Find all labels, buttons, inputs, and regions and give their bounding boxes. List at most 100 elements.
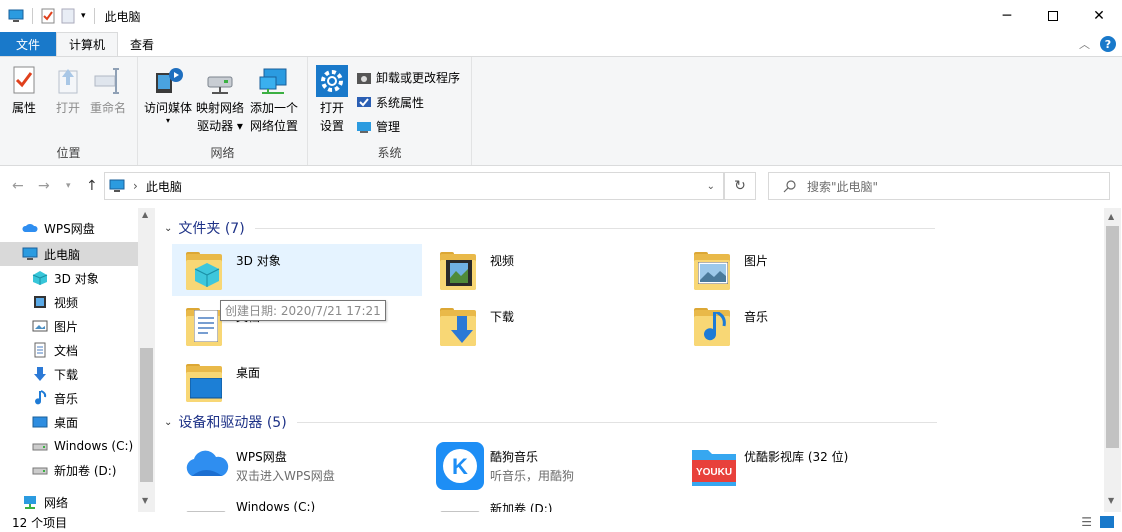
group-label-network: 网络: [210, 146, 235, 160]
add-network-location-button[interactable]: 添加一个 网络位置: [250, 65, 298, 135]
address-dropdown-icon[interactable]: ⌄: [707, 181, 715, 192]
nav-item[interactable]: 图片: [0, 314, 138, 338]
collapse-chevron-icon[interactable]: ⌄: [164, 223, 172, 234]
device-tile[interactable]: Windows (C:): [172, 492, 422, 512]
rename-button[interactable]: 重命名: [90, 65, 126, 117]
tab-view[interactable]: 查看: [118, 32, 166, 56]
system-properties-icon: [357, 96, 371, 107]
scroll-up-icon[interactable]: ▲: [1108, 212, 1114, 221]
properties-quick-icon[interactable]: [41, 8, 55, 24]
item-count: 12 个项目: [12, 515, 68, 530]
settings-gear-icon: [316, 65, 348, 97]
nav-item-label: 下载: [54, 367, 79, 382]
title-separator: [32, 8, 33, 24]
folder-name: 视频: [490, 254, 515, 268]
new-folder-quick-icon[interactable]: [61, 8, 75, 24]
folder-icon: [690, 302, 738, 350]
nav-item[interactable]: WPS网盘: [0, 216, 138, 240]
large-icons-view-icon[interactable]: [1100, 516, 1114, 528]
nav-item[interactable]: 音乐: [0, 386, 138, 410]
folder-icon: [690, 246, 738, 294]
content-scroll-thumb[interactable]: [1106, 226, 1119, 448]
collapse-chevron-icon[interactable]: ⌄: [164, 417, 172, 428]
properties-button[interactable]: 属性: [8, 65, 40, 117]
help-icon[interactable]: ?: [1100, 36, 1116, 52]
forward-arrow-icon[interactable]: →: [38, 178, 50, 194]
scroll-down-icon[interactable]: ▼: [1108, 496, 1114, 505]
folder-tile[interactable]: 视频: [426, 244, 676, 296]
folder-tile[interactable]: 图片: [680, 244, 930, 296]
search-input[interactable]: 搜索"此电脑": [768, 172, 1110, 200]
folder-tile[interactable]: 3D 对象: [172, 244, 422, 296]
manage-button[interactable]: 管理: [356, 118, 400, 135]
nav-item[interactable]: 文档: [0, 338, 138, 362]
details-view-icon[interactable]: ☰: [1081, 515, 1092, 529]
nav-item-label: 音乐: [54, 391, 79, 406]
desktop-icon: [32, 414, 48, 430]
device-tile[interactable]: WPS网盘 双击进入WPS网盘: [172, 440, 422, 492]
network-icon: [22, 494, 38, 510]
recent-locations-icon[interactable]: ▾: [66, 181, 71, 191]
quick-access-dropdown-icon[interactable]: ▾: [81, 11, 86, 21]
nav-item-label: 此电脑: [44, 247, 81, 262]
search-placeholder: 搜索"此电脑": [807, 179, 879, 194]
ribbon-group-location: 属性 打开 重命名 位置: [0, 57, 138, 165]
nav-scroll-thumb[interactable]: [140, 348, 153, 482]
breadcrumb-chevron-icon[interactable]: ›: [133, 179, 138, 193]
folder-tile[interactable]: 音乐: [680, 300, 930, 352]
download-icon: [32, 366, 48, 382]
access-media-button[interactable]: 访问媒体 ▾: [144, 65, 192, 125]
collapse-ribbon-icon[interactable]: ︿: [1079, 36, 1090, 52]
nav-item[interactable]: 网络: [0, 490, 138, 512]
nav-item[interactable]: 3D 对象: [0, 266, 138, 290]
drive-icon: [436, 494, 484, 512]
nav-item[interactable]: 新加卷 (D:): [0, 458, 138, 482]
breadcrumb[interactable]: 此电脑: [146, 178, 182, 195]
device-tile[interactable]: 新加卷 (D:): [426, 492, 676, 512]
tooltip: 创建日期: 2020/7/21 17:21: [220, 300, 386, 321]
maximize-button[interactable]: [1030, 0, 1076, 32]
scroll-down-icon[interactable]: ▼: [142, 496, 148, 505]
search-icon: [783, 180, 796, 193]
address-row: ← → ▾ ↑ › 此电脑 ⌄ ↻ 搜索"此电脑": [0, 170, 1122, 202]
up-arrow-icon[interactable]: ↑: [86, 178, 98, 194]
nav-item-label: Windows (C:): [54, 439, 134, 453]
navigation-pane: WPS网盘此电脑 3D 对象 视频 图片文档下载音乐桌面 Windows (C:) 新加卷…: [0, 208, 156, 512]
document-icon: [32, 342, 48, 358]
minimize-button[interactable]: ─: [984, 0, 1030, 32]
uninstall-programs-button[interactable]: 卸载或更改程序: [356, 69, 460, 86]
open-button[interactable]: 打开: [52, 65, 84, 117]
video-icon: [32, 294, 48, 310]
refresh-button[interactable]: ↻: [724, 172, 756, 200]
nav-item[interactable]: 此电脑: [0, 242, 138, 266]
device-tile[interactable]: YOUKU 优酷影视库 (32 位): [680, 440, 930, 492]
nav-scrollbar[interactable]: ▲ ▼: [138, 208, 155, 512]
nav-item[interactable]: 下载: [0, 362, 138, 386]
folder-tile[interactable]: 桌面: [172, 356, 422, 408]
ribbon-group-network: 访问媒体 ▾ 映射网络 驱动器 ▾ 添加一个 网络位置 网络: [138, 57, 308, 165]
folder-name: 桌面: [236, 366, 261, 380]
address-bar[interactable]: › 此电脑 ⌄: [104, 172, 724, 200]
open-settings-button[interactable]: 打开 设置: [316, 65, 348, 135]
scroll-up-icon[interactable]: ▲: [142, 210, 148, 219]
devices-section-header[interactable]: ⌄ 设备和驱动器 (5): [164, 412, 937, 432]
folder-icon: [436, 246, 484, 294]
map-network-drive-button[interactable]: 映射网络 驱动器 ▾: [196, 65, 244, 135]
close-button[interactable]: ✕: [1076, 0, 1122, 32]
tab-computer[interactable]: 计算机: [56, 32, 119, 56]
picture-icon: [32, 318, 48, 334]
title-separator: [93, 8, 95, 24]
folder-tile[interactable]: 下载: [426, 300, 676, 352]
computer-icon: [22, 246, 38, 262]
nav-item[interactable]: 桌面: [0, 410, 138, 434]
device-tile[interactable]: K 酷狗音乐 听音乐，用酷狗: [426, 440, 676, 492]
tab-file[interactable]: 文件: [0, 32, 56, 56]
nav-item[interactable]: Windows (C:): [0, 434, 138, 458]
nav-item[interactable]: 视频: [0, 290, 138, 314]
folders-section-header[interactable]: ⌄ 文件夹 (7): [164, 218, 935, 238]
nav-item-label: 文档: [54, 343, 79, 358]
back-arrow-icon[interactable]: ←: [12, 178, 24, 194]
content-scrollbar[interactable]: ▲ ▼: [1104, 208, 1121, 512]
folder-name: 下载: [490, 310, 515, 324]
system-properties-button[interactable]: 系统属性: [356, 94, 424, 111]
